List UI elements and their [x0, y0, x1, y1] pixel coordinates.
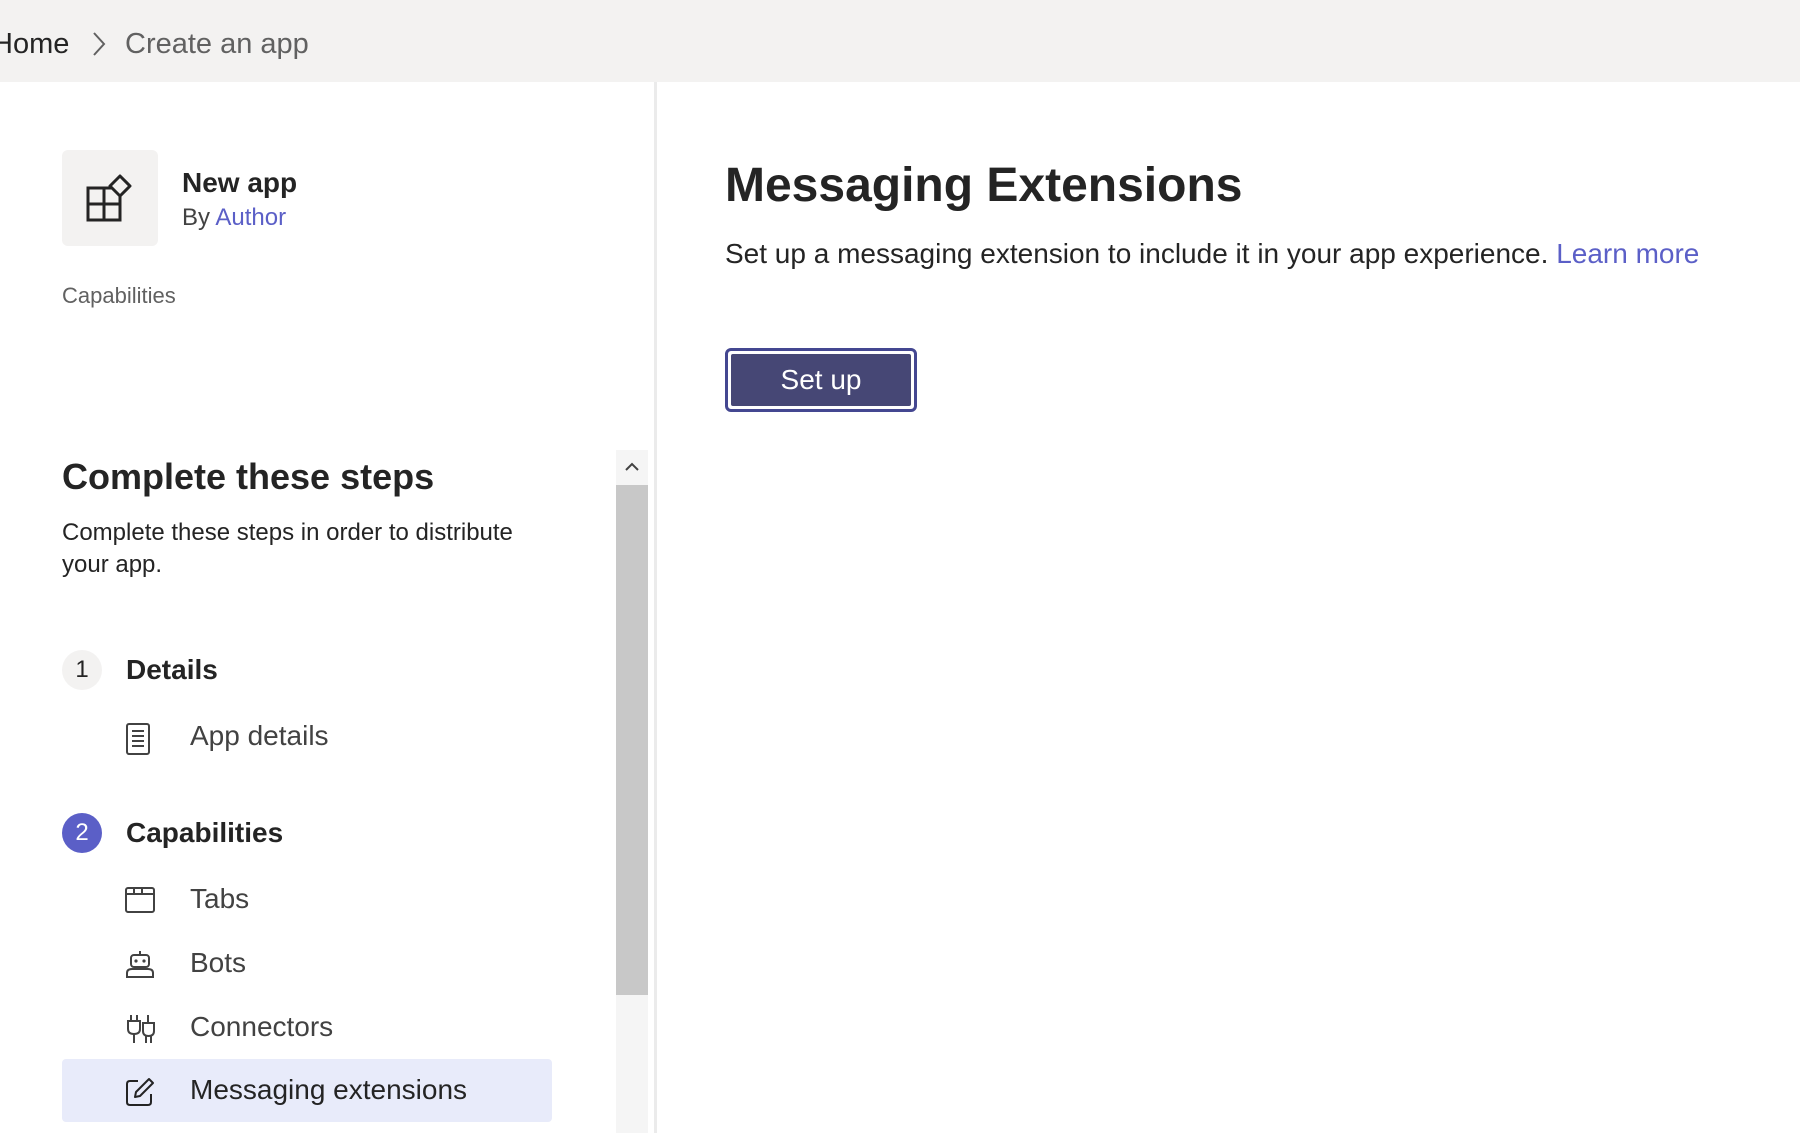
- breadcrumb-home-link[interactable]: Home: [0, 27, 69, 61]
- panel-divider: [654, 82, 657, 1133]
- tab-icon: [125, 887, 155, 913]
- apps-icon: [86, 174, 132, 222]
- scrollbar-thumb[interactable]: [616, 485, 648, 995]
- document-icon: [126, 723, 150, 755]
- nav-item-connectors[interactable]: Connectors: [62, 996, 552, 1059]
- nav-item-app-details[interactable]: App details: [62, 705, 552, 768]
- bot-icon: [126, 951, 154, 978]
- app-icon-tile: [62, 150, 158, 246]
- step-number-badge: 2: [62, 813, 102, 853]
- nav-item-label: Messaging extensions: [190, 1074, 468, 1105]
- app-name: New app: [182, 167, 298, 198]
- page-title: Messaging Extensions: [725, 159, 1243, 212]
- nav-item-tabs[interactable]: Tabs: [62, 868, 552, 931]
- app-author-line: By Author: [182, 203, 286, 233]
- nav-item-label: App details: [190, 720, 329, 751]
- nav-item-messaging-extensions[interactable]: Messaging extensions: [62, 1059, 552, 1122]
- set-up-button-label: Set up: [731, 354, 911, 406]
- step-title-details: Details: [126, 654, 218, 685]
- learn-more-link[interactable]: Learn more: [1556, 238, 1699, 269]
- app-author-link[interactable]: Author: [215, 204, 286, 231]
- steps-title: Complete these steps: [62, 456, 435, 497]
- app-section-label: Capabilities: [62, 283, 176, 308]
- step-title-capabilities: Capabilities: [126, 817, 284, 848]
- nav-item-bots[interactable]: Bots: [62, 932, 552, 995]
- description-text: Set up a messaging extension to include …: [725, 238, 1549, 269]
- nav-item-label: Bots: [190, 947, 247, 978]
- step-number-badge: 1: [62, 650, 102, 690]
- app-by-prefix: By: [182, 204, 211, 231]
- breadcrumb-current: Create an app: [125, 28, 309, 60]
- steps-description: Complete these steps in order to distrib…: [62, 519, 513, 578]
- nav-item-label: Tabs: [190, 883, 250, 914]
- edit-icon: [126, 1078, 154, 1106]
- nav-item-label: Connectors: [190, 1011, 334, 1042]
- breadcrumb: Home Create an app: [0, 0, 1800, 82]
- connector-icon: [127, 1015, 155, 1043]
- scroll-up-arrow-icon[interactable]: [616, 450, 648, 484]
- chevron-right-icon: [93, 32, 106, 56]
- page-description: Set up a messaging extension to include …: [725, 236, 1699, 272]
- set-up-button[interactable]: Set up: [725, 348, 917, 412]
